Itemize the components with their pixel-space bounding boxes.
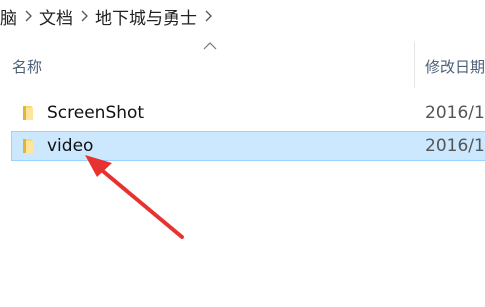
breadcrumb-item-documents[interactable]: 文档 xyxy=(35,4,77,29)
column-header-date-modified[interactable]: 修改日期 xyxy=(425,46,485,86)
red-arrow-annotation-icon xyxy=(85,155,184,239)
folder-icon xyxy=(23,106,33,120)
file-name: ScreenShot xyxy=(47,103,145,123)
file-date-modified: 2016/1 xyxy=(425,103,485,123)
breadcrumb-item-dnf[interactable]: 地下城与勇士 xyxy=(91,4,201,29)
column-divider[interactable] xyxy=(414,42,415,88)
folder-icon xyxy=(23,139,33,153)
chevron-right-icon[interactable] xyxy=(21,10,35,22)
breadcrumb: 脑 文档 地下城与勇士 xyxy=(0,0,485,32)
breadcrumb-item-computer[interactable]: 脑 xyxy=(0,4,21,29)
chevron-right-icon[interactable] xyxy=(77,10,91,22)
file-date-modified: 2016/1 xyxy=(425,136,485,156)
column-header-name[interactable]: 名称 xyxy=(12,46,402,86)
file-row-screenshot[interactable]: ScreenShot 2016/1 xyxy=(11,98,485,128)
file-explorer: 脑 文档 地下城与勇士 名称 修改日期 ScreenShot 2016/1 vi… xyxy=(0,0,485,307)
chevron-right-icon[interactable] xyxy=(201,10,215,22)
